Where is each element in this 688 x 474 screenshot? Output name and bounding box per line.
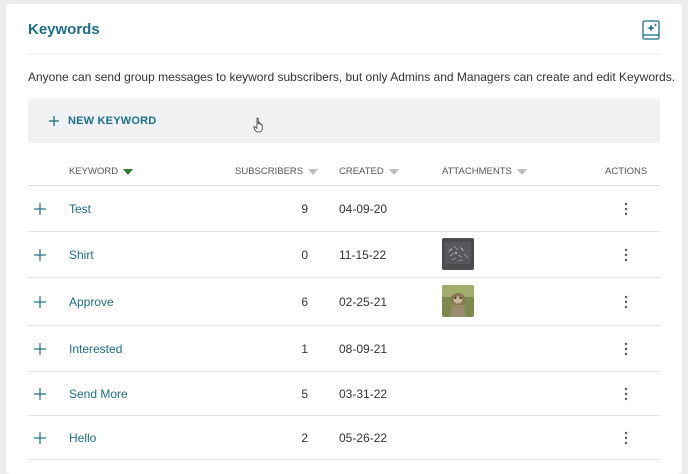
plus-icon	[49, 116, 59, 126]
created-date: 11-15-22	[339, 248, 387, 262]
keyword-link[interactable]: Test	[69, 202, 91, 216]
keyword-link[interactable]: Interested	[69, 342, 122, 356]
hand-cursor-icon	[253, 117, 263, 133]
expand-plus-icon[interactable]	[34, 432, 46, 444]
new-keyword-button[interactable]: NEW KEYWORD	[48, 111, 156, 131]
kebab-menu-icon[interactable]	[622, 295, 630, 309]
card-header: Keywords	[6, 4, 682, 54]
kebab-menu-icon[interactable]	[622, 431, 630, 445]
created-date: 08-09-21	[339, 342, 388, 356]
sparkle-document-icon[interactable]	[642, 20, 660, 40]
subscriber-count: 1	[301, 342, 308, 356]
expand-plus-icon[interactable]	[34, 249, 46, 261]
table-row: Send More 5 03-31-22	[28, 372, 660, 416]
created-date: 05-26-22	[339, 431, 388, 445]
attachment-thumbnail[interactable]	[442, 238, 474, 270]
column-keyword[interactable]: KEYWORD	[69, 166, 134, 177]
column-attachments[interactable]: ATTACHMENTS	[442, 166, 527, 177]
subscriber-count: 0	[301, 248, 308, 262]
expand-plus-icon[interactable]	[34, 388, 46, 400]
kebab-menu-icon[interactable]	[622, 342, 630, 356]
attachment-thumbnail[interactable]	[442, 285, 474, 317]
subscriber-count: 5	[301, 387, 308, 401]
keyword-link[interactable]: Shirt	[69, 248, 94, 262]
sort-down-icon	[388, 168, 399, 175]
table-row: Approve 6 02-25-21	[28, 278, 660, 326]
created-date: 02-25-21	[339, 295, 388, 309]
new-keyword-label: NEW KEYWORD	[68, 115, 157, 127]
table-row: Shirt 0 11-15-22	[28, 232, 660, 278]
header-divider	[28, 53, 660, 54]
expand-plus-icon[interactable]	[34, 296, 46, 308]
table-row: Test 9 04-09-20	[28, 186, 660, 232]
subscriber-count: 9	[301, 202, 308, 216]
sort-down-icon	[123, 168, 134, 175]
page-title: Keywords	[28, 21, 100, 38]
keywords-card: Keywords Anyone can send group messages …	[6, 4, 682, 474]
created-date: 04-09-20	[339, 202, 388, 216]
subscriber-count: 6	[301, 295, 308, 309]
sort-down-icon	[308, 168, 319, 175]
table-row: Hello 2 05-26-22	[28, 416, 660, 460]
expand-plus-icon[interactable]	[34, 203, 46, 215]
kebab-menu-icon[interactable]	[622, 202, 630, 216]
keyword-link[interactable]: Send More	[69, 387, 128, 401]
column-created[interactable]: CREATED	[339, 166, 399, 177]
keyword-link[interactable]: Hello	[69, 431, 96, 445]
column-subscribers[interactable]: SUBSCRIBERS	[235, 166, 319, 177]
expand-plus-icon[interactable]	[34, 343, 46, 355]
keyword-link[interactable]: Approve	[69, 295, 114, 309]
sort-down-icon	[516, 168, 527, 175]
created-date: 03-31-22	[339, 387, 388, 401]
kebab-menu-icon[interactable]	[622, 387, 630, 401]
kebab-menu-icon[interactable]	[622, 248, 630, 262]
new-keyword-bar: NEW KEYWORD	[28, 99, 660, 143]
table-header: KEYWORD SUBSCRIBERS CREATED ATTACHMENTS …	[28, 156, 660, 186]
subscriber-count: 2	[301, 431, 308, 445]
description-text: Anyone can send group messages to keywor…	[28, 70, 676, 84]
column-actions: ACTIONS	[605, 166, 648, 177]
table-row: Interested 1 08-09-21	[28, 326, 660, 372]
